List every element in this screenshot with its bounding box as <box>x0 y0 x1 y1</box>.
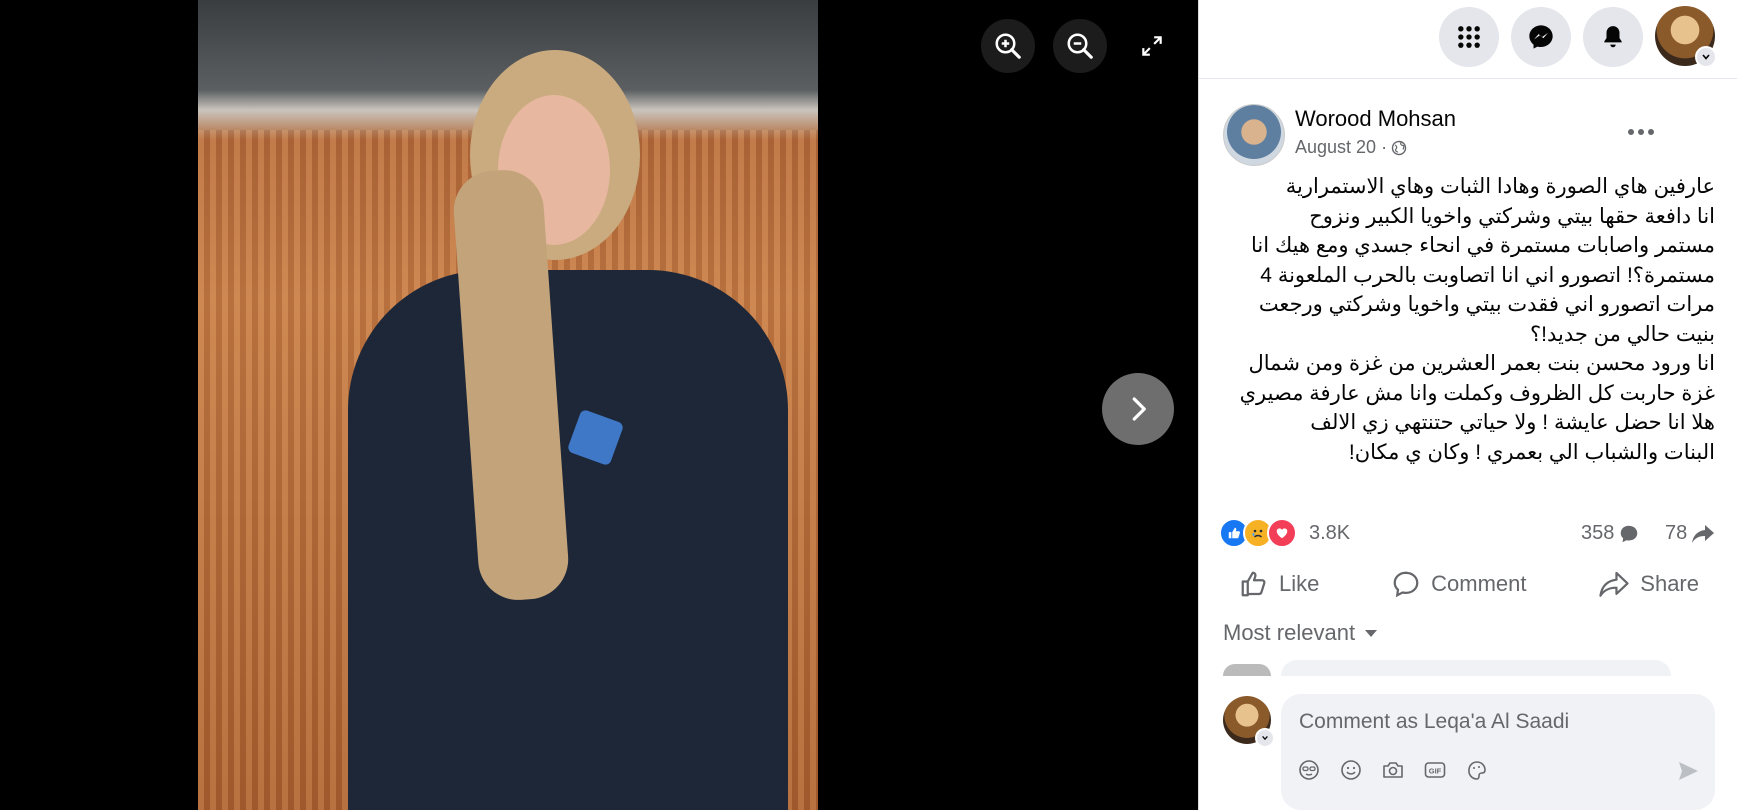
comment-bubble-icon <box>1621 525 1638 542</box>
composer-tools: GIF <box>1295 756 1491 784</box>
post-text-line: مستمر واصابات مستمرة في انحاء جسدي ومع ه… <box>1251 234 1715 257</box>
avatar-sticker-icon <box>1299 760 1319 780</box>
post-text-line: مرات اتصورو اني فقدت بيتي واخويا وشركتي … <box>1258 293 1715 316</box>
share-label: Share <box>1640 571 1699 596</box>
post-text-line: انا ورود محسن بنت بعمر العشرين من غزة وم… <box>1248 352 1715 375</box>
globe-icon <box>1391 140 1407 155</box>
post-text-line: عارفين هاي الصورة وهادا الثبات وهاي الاس… <box>1285 175 1715 198</box>
post-text-line: مستمرة؟! اتصورو اني انا اتصاوبت بالحرب ا… <box>1260 263 1715 287</box>
comment-label: Comment <box>1431 571 1527 596</box>
comment-button[interactable]: Comment <box>1371 562 1546 606</box>
photo-viewer <box>0 0 1198 810</box>
reaction-icons[interactable] <box>1219 518 1297 548</box>
svg-text:GIF: GIF <box>1429 767 1442 776</box>
author-name[interactable]: Worood Mohsan <box>1295 106 1456 132</box>
sticker-button[interactable] <box>1463 756 1491 784</box>
reactions-summary: 3.8K 358 78 <box>1219 518 1719 548</box>
emoji-icon <box>1341 760 1361 780</box>
send-button[interactable] <box>1673 756 1703 786</box>
comment-icon <box>1393 571 1419 598</box>
zoom-out-button[interactable] <box>1053 19 1107 73</box>
avatar-sticker-button[interactable] <box>1295 756 1323 784</box>
comment-composer: GIF <box>1281 694 1715 810</box>
send-icon <box>1679 762 1698 780</box>
account-avatar[interactable] <box>1655 6 1717 68</box>
post-text-line: بنيت حالي من جديد!؟ <box>1529 322 1715 346</box>
love-reaction-icon <box>1267 518 1297 548</box>
chevron-down-icon <box>1255 728 1275 748</box>
composer-avatar[interactable] <box>1223 696 1275 748</box>
fullscreen-button[interactable] <box>1125 19 1179 73</box>
gif-button[interactable]: GIF <box>1421 756 1449 784</box>
comment-count-text: 358 <box>1581 522 1615 544</box>
menu-grid-icon <box>1458 26 1480 48</box>
post-panel: Worood Mohsan August 20 · عارفين هاي الص… <box>1198 0 1737 810</box>
share-arrow-icon <box>1692 524 1715 543</box>
share-icon <box>1599 571 1629 597</box>
share-count[interactable]: 78 <box>1665 522 1715 545</box>
notifications-button[interactable] <box>1583 7 1643 67</box>
post-text-line: هلا انا حضل عايشة ! ولا حياتي حتنتهي زي … <box>1310 411 1715 434</box>
gif-icon: GIF <box>1424 762 1446 778</box>
like-button[interactable]: Like <box>1219 562 1339 606</box>
post-text-line: البنات والشباب الي بعمري ! وكان ي مكان! <box>1348 440 1715 464</box>
camera-icon <box>1383 762 1403 778</box>
sticker-icon <box>1468 761 1486 780</box>
top-navigation <box>1199 0 1737 79</box>
comment-sort-dropdown[interactable]: Most relevant <box>1223 620 1379 646</box>
more-options-button[interactable] <box>1619 112 1663 152</box>
like-label: Like <box>1279 571 1320 596</box>
share-count-text: 78 <box>1665 522 1688 544</box>
more-icon <box>1628 129 1654 135</box>
sort-label: Most relevant <box>1223 620 1356 645</box>
menu-button[interactable] <box>1439 7 1499 67</box>
post-text: عارفين هاي الصورة وهادا الثبات وهاي الاس… <box>1219 172 1715 467</box>
next-photo-button[interactable] <box>1102 373 1174 445</box>
post-actions: Like Comment Share <box>1219 562 1719 606</box>
messenger-button[interactable] <box>1511 7 1571 67</box>
share-button[interactable]: Share <box>1578 562 1719 606</box>
emoji-button[interactable] <box>1337 756 1365 784</box>
commenter-avatar[interactable] <box>1223 664 1271 676</box>
comment-input[interactable] <box>1297 706 1701 738</box>
chevron-down-icon <box>1695 46 1717 68</box>
fullscreen-icon <box>1142 36 1162 56</box>
zoom-in-icon <box>995 33 1021 59</box>
reaction-count[interactable]: 3.8K <box>1309 522 1350 545</box>
comment-count[interactable]: 358 <box>1581 522 1640 545</box>
author-avatar[interactable] <box>1223 104 1285 166</box>
post-date-text: August 20 · <box>1295 137 1388 157</box>
caret-down-icon <box>1365 630 1378 637</box>
messenger-icon <box>1529 25 1553 49</box>
post-date[interactable]: August 20 · <box>1295 137 1407 158</box>
thumbs-up-icon <box>1241 571 1266 597</box>
chevron-right-icon <box>1132 397 1146 421</box>
zoom-out-icon <box>1067 33 1093 59</box>
bell-icon <box>1604 26 1622 48</box>
post-photo <box>198 0 818 810</box>
post-text-line: انا دافعة حقها بيتي وشركتي واخويا الكبير… <box>1309 204 1715 228</box>
post-text-line: غزة حاربت كل الظروف وكملت وانا مش عارفة … <box>1239 381 1715 405</box>
photo-button[interactable] <box>1379 756 1407 784</box>
zoom-in-button[interactable] <box>981 19 1035 73</box>
comment-bubble <box>1281 660 1671 676</box>
